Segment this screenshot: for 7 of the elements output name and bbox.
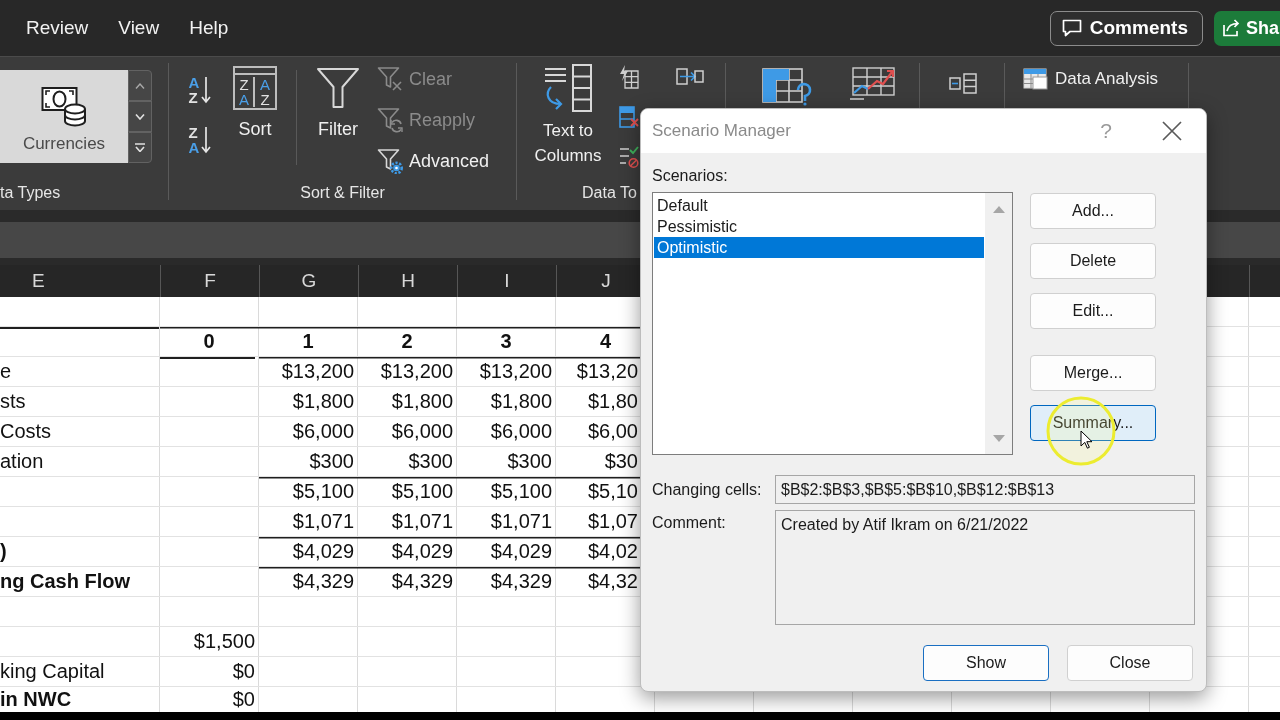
field-label: Comment: (652, 514, 726, 531)
group-label: Sort & Filter (300, 183, 385, 203)
group-label: Data To (582, 183, 637, 203)
dialog-title: Scenario Manager (652, 121, 792, 141)
field-label: Changing cells: (652, 480, 762, 498)
group-label: ta Types (0, 183, 61, 203)
list-label: Scenarios: (652, 166, 728, 186)
